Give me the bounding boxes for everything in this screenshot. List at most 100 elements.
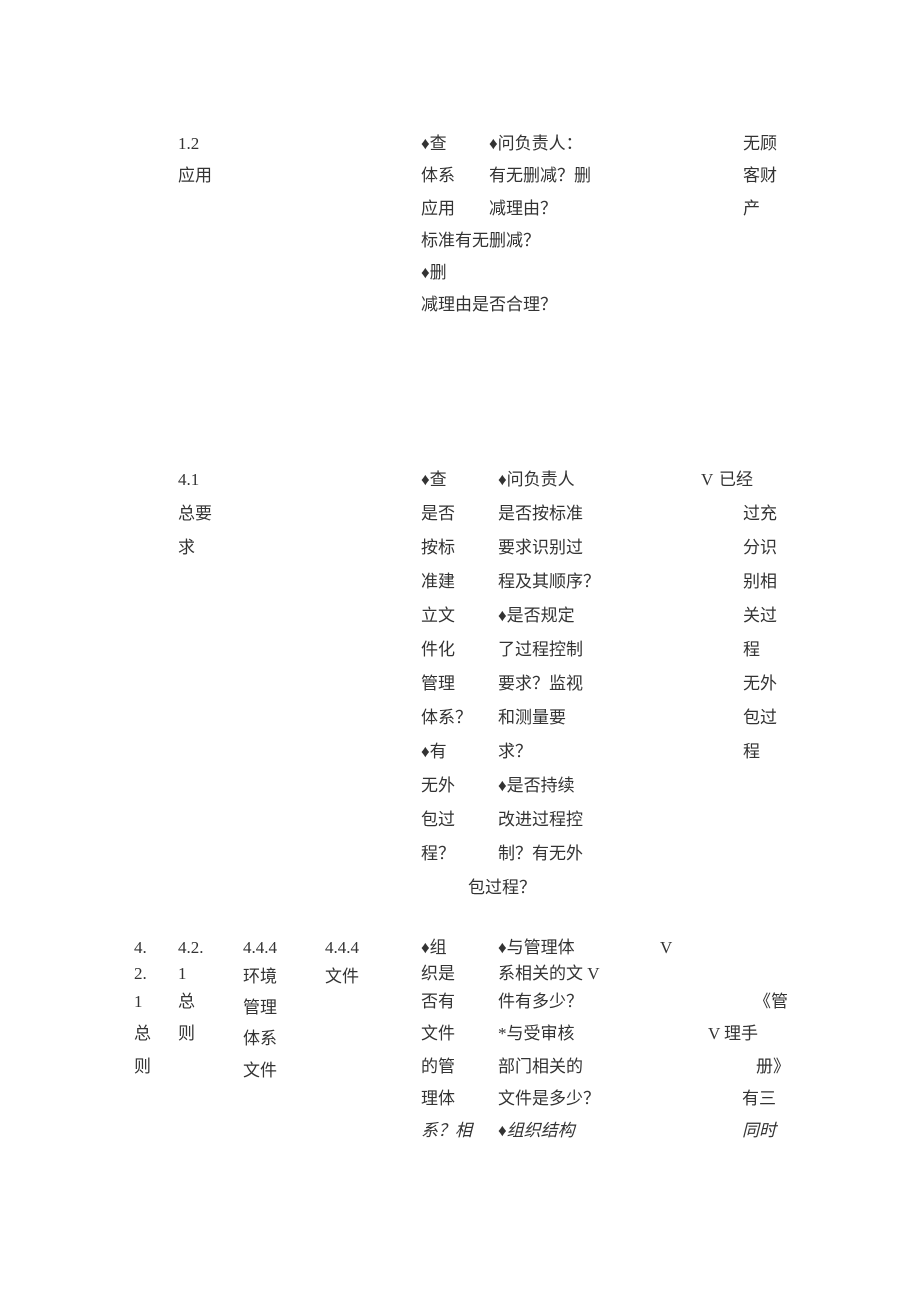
text: 4.1 bbox=[178, 463, 212, 497]
text: ♦问负责人 bbox=[498, 463, 600, 497]
text: 1.2 bbox=[178, 128, 212, 160]
text: 2. bbox=[134, 961, 151, 987]
text: ♦是否规定 bbox=[498, 599, 600, 633]
r3-col1a: 4. 2. 1 总 则 bbox=[134, 935, 151, 1083]
text: 则 bbox=[178, 1018, 204, 1050]
text: 则 bbox=[134, 1051, 151, 1083]
text: 程 bbox=[743, 633, 777, 667]
text: 系相关的文 V bbox=[498, 961, 600, 987]
r3-col1b: 4.2. 1 总 则 bbox=[178, 935, 204, 1051]
text: 部门相关的 bbox=[498, 1051, 600, 1083]
text: 和测量要 bbox=[498, 701, 600, 735]
text: 客财 bbox=[743, 160, 777, 192]
text: 管理 bbox=[243, 992, 277, 1023]
text: 程及其顺序？ bbox=[498, 565, 600, 599]
text: 总 bbox=[134, 1018, 151, 1050]
r3-col2a: 4.4.4 环境 管理 体系 文件 bbox=[243, 935, 277, 1086]
r3-col4: ♦组 织是 否有 文件 的管 理体 系？相 bbox=[421, 935, 472, 1147]
text: 册》 bbox=[756, 1051, 790, 1083]
text: 总 bbox=[178, 986, 204, 1018]
text: 制？有无外 bbox=[498, 837, 600, 871]
text: 的管 bbox=[421, 1051, 472, 1083]
text: 程？ bbox=[421, 837, 472, 871]
text: ♦组 bbox=[421, 935, 472, 961]
text: *与受审核 bbox=[498, 1018, 600, 1050]
text: 总要 bbox=[178, 497, 212, 531]
text: V bbox=[701, 463, 713, 497]
text: V bbox=[708, 1018, 720, 1050]
text: 准建 bbox=[421, 565, 472, 599]
text: 同时 bbox=[742, 1115, 790, 1147]
text: 文件 bbox=[421, 1018, 472, 1050]
text: 无外 bbox=[421, 769, 472, 803]
text: 要求？监视 bbox=[498, 667, 600, 701]
text: 文件是多少？ bbox=[498, 1083, 600, 1115]
text: 求 bbox=[178, 531, 212, 565]
text: 理体 bbox=[421, 1083, 472, 1115]
text: ♦有 bbox=[421, 735, 472, 769]
text: 《管 bbox=[754, 986, 790, 1018]
text bbox=[660, 961, 720, 987]
text: 有三 bbox=[742, 1083, 790, 1115]
text: 包过 bbox=[421, 803, 472, 837]
text: 文件 bbox=[325, 961, 359, 993]
text: 理手 bbox=[724, 1018, 790, 1050]
text: 程 bbox=[743, 735, 777, 769]
text: 减理由是否合理？ bbox=[421, 289, 557, 321]
text: 分识 bbox=[743, 531, 777, 565]
r2-col4: ♦查 是否 按标 准建 立文 件化 管理 体系？ ♦有 无外 包过 程？ bbox=[421, 463, 472, 871]
text: 否有 bbox=[421, 986, 472, 1018]
text: 4.4.4 bbox=[243, 935, 277, 961]
text: 环境 bbox=[243, 961, 277, 992]
text: 无顾 bbox=[743, 128, 777, 160]
r1-col1: 1.2 应用 bbox=[178, 128, 212, 193]
text: 体系 bbox=[243, 1023, 277, 1054]
text: 包过程？ bbox=[468, 871, 600, 905]
text: ♦问负责人： bbox=[489, 128, 591, 160]
text: 产 bbox=[743, 193, 777, 225]
r2-col1: 4.1 总要 求 bbox=[178, 463, 212, 565]
text: ♦是否持续 bbox=[498, 769, 600, 803]
text: 无外 bbox=[743, 667, 777, 701]
text: 标准有无删减？ bbox=[421, 225, 557, 257]
r2-col7: 已经 过充 分识 别相 关过 程 无外 包过 程 bbox=[719, 463, 777, 769]
text: 立文 bbox=[421, 599, 472, 633]
text: 过充 bbox=[743, 497, 777, 531]
text: 应用 bbox=[178, 160, 212, 192]
text: 管理 bbox=[421, 667, 472, 701]
r1-col7: 无顾 客财 产 bbox=[743, 128, 777, 225]
text: 要求识别过 bbox=[498, 531, 600, 565]
text: 件有多少？ bbox=[498, 986, 600, 1018]
text: 关过 bbox=[743, 599, 777, 633]
text: V bbox=[660, 935, 720, 961]
text: 减理由？ bbox=[489, 193, 591, 225]
r3-col6: V V bbox=[660, 935, 720, 1051]
r1-col5: ♦问负责人： 有无删减？删 减理由？ bbox=[489, 128, 591, 225]
text: 4. bbox=[134, 935, 151, 961]
text bbox=[736, 935, 790, 961]
text: ♦与管理体 bbox=[498, 935, 600, 961]
r2-col5: ♦问负责人 是否按标准 要求识别过 程及其顺序？ ♦是否规定 了过程控制 要求？… bbox=[498, 463, 600, 905]
text: 按标 bbox=[421, 531, 472, 565]
text: 体系？ bbox=[421, 701, 472, 735]
text: 文件 bbox=[243, 1055, 277, 1086]
text: 系？相 bbox=[421, 1115, 472, 1147]
text: 别相 bbox=[743, 565, 777, 599]
text: 包过 bbox=[743, 701, 777, 735]
text: 了过程控制 bbox=[498, 633, 600, 667]
text: 织是 bbox=[421, 961, 472, 987]
text: 1 bbox=[134, 986, 151, 1018]
text: 是否 bbox=[421, 497, 472, 531]
text: ♦查 bbox=[421, 463, 472, 497]
text: ♦删 bbox=[421, 257, 557, 289]
r2-col6: V bbox=[701, 463, 713, 497]
text: 改进过程控 bbox=[498, 803, 600, 837]
r3-col5: ♦与管理体 系相关的文 V 件有多少？ *与受审核 部门相关的 文件是多少？ ♦… bbox=[498, 935, 600, 1147]
text: 是否按标准 bbox=[498, 497, 600, 531]
text bbox=[736, 961, 790, 987]
text: 已经 bbox=[719, 463, 777, 497]
text: 4.2. bbox=[178, 935, 204, 961]
r3-col7: 《管 理手 册》 有三 同时 bbox=[736, 935, 790, 1147]
text: 求？ bbox=[498, 735, 600, 769]
text: 件化 bbox=[421, 633, 472, 667]
